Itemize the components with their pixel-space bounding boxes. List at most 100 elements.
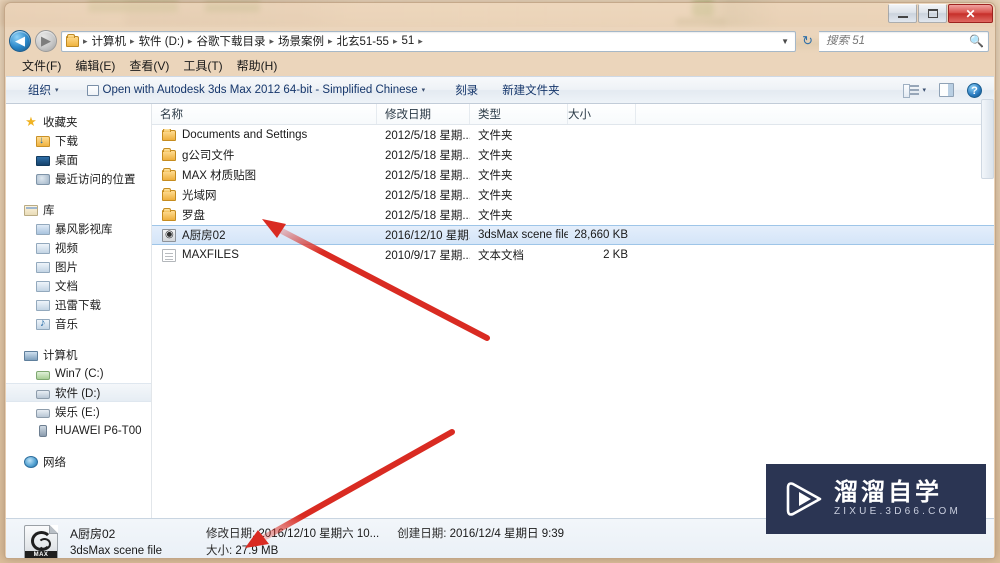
table-row[interactable]: Documents and Settings 2012/5/18 星期... 文… <box>152 125 994 145</box>
sidebar-label: 最近访问的位置 <box>55 173 136 186</box>
table-row[interactable]: MAX 材质贴图 2012/5/18 星期... 文件夹 <box>152 165 994 185</box>
table-row-selected[interactable]: A厨房02 2016/12/10 星期... 3dsMax scene file… <box>152 225 994 245</box>
details-file-type: 3dsMax scene file <box>70 544 163 557</box>
sidebar-item-downloads[interactable]: 下载 <box>6 131 151 150</box>
chevron-down-icon[interactable]: ▼ <box>777 37 793 46</box>
play-logo-icon <box>784 480 822 518</box>
favorites-group: ★ 收藏夹 下载 桌面 最近访问的位置 <box>6 112 151 188</box>
back-button[interactable]: ◀ <box>9 30 31 52</box>
sidebar-item-drive-c[interactable]: Win7 (C:) <box>6 364 151 383</box>
sidebar-item-recent-places[interactable]: 最近访问的位置 <box>6 169 151 188</box>
sidebar-label: 下载 <box>55 135 78 148</box>
sidebar-label: HUAWEI P6-T00 <box>55 424 142 437</box>
address-bar[interactable]: ▸ 计算机 ▸ 软件 (D:) ▸ 谷歌下载目录 ▸ 场景案例 ▸ 北玄51-5… <box>61 30 797 52</box>
file-name-cell: g公司文件 <box>152 147 377 163</box>
change-view-icon[interactable] <box>903 83 920 98</box>
minimize-button[interactable] <box>888 4 917 23</box>
address-bar-row: ◀ ▶ ▸ 计算机 ▸ 软件 (D:) ▸ 谷歌下载目录 ▸ 场景案例 ▸ 北玄… <box>5 27 995 55</box>
sidebar-item-music[interactable]: 音乐 <box>6 314 151 333</box>
application-icon <box>86 84 99 96</box>
breadcrumb-separator: ▸ <box>269 35 274 46</box>
navigation-pane: ★ 收藏夹 下载 桌面 最近访问的位置 <box>6 104 152 518</box>
sidebar-item-desktop[interactable]: 桌面 <box>6 150 151 169</box>
file-name-cell: MAXFILES <box>152 248 377 262</box>
max-file-icon-large: MAX <box>24 524 58 558</box>
file-name: 罗盘 <box>182 210 205 222</box>
star-icon: ★ <box>25 114 37 129</box>
breadcrumb-item-3[interactable]: 场景案例 <box>276 33 326 49</box>
breadcrumb-separator: ▸ <box>327 35 333 46</box>
table-row[interactable]: g公司文件 2012/5/18 星期... 文件夹 <box>152 145 994 165</box>
table-row[interactable]: 罗盘 2012/5/18 星期... 文件夹 <box>152 205 994 225</box>
sidebar-label: 计算机 <box>43 349 78 362</box>
sidebar-label: 音乐 <box>55 318 78 331</box>
sidebar-item-documents[interactable]: 文档 <box>6 276 151 295</box>
column-header-filler <box>636 104 994 124</box>
burn-button[interactable]: 刻录 <box>447 80 486 100</box>
phone-icon <box>39 424 47 437</box>
preview-pane-icon[interactable] <box>939 83 954 97</box>
refresh-icon[interactable]: ↻ <box>800 33 815 49</box>
menu-item-tools[interactable]: 工具(T) <box>176 56 229 75</box>
close-button[interactable]: ✕ <box>948 4 993 23</box>
sidebar-item-videos[interactable]: 视频 <box>6 238 151 257</box>
breadcrumb-item-2[interactable]: 谷歌下载目录 <box>194 33 267 49</box>
file-name-cell: 光域网 <box>152 187 377 203</box>
file-date-cell: 2012/5/18 星期... <box>385 150 470 162</box>
open-with-button[interactable]: Open with Autodesk 3ds Max 2012 64-bit -… <box>79 82 434 98</box>
sidebar-item-drive-d[interactable]: 软件 (D:) <box>6 383 151 402</box>
search-input[interactable] <box>826 35 970 47</box>
column-header-size[interactable]: 大小 <box>568 104 636 124</box>
scrollbar-thumb[interactable] <box>981 99 994 179</box>
menu-item-edit[interactable]: 编辑(E) <box>68 56 122 75</box>
folder-icon <box>162 208 176 221</box>
breadcrumb-item-1[interactable]: 软件 (D:) <box>137 33 186 49</box>
desktop-icon <box>36 155 50 166</box>
details-size: 大小: 27.9 MB <box>206 543 278 559</box>
file-type-cell: 文件夹 <box>478 170 513 182</box>
download-folder-icon <box>36 135 50 147</box>
sidebar-item-xunlei[interactable]: 迅雷下载 <box>6 295 151 314</box>
search-box[interactable]: 🔍 <box>819 30 989 52</box>
sidebar-item-drive-e[interactable]: 娱乐 (E:) <box>6 402 151 421</box>
menu-item-help[interactable]: 帮助(H) <box>230 56 285 75</box>
sidebar-item-pictures[interactable]: 图片 <box>6 257 151 276</box>
breadcrumb-item-5[interactable]: 51 <box>399 35 416 47</box>
new-folder-button[interactable]: 新建文件夹 <box>494 80 568 100</box>
details-created-value: 2016/12/4 星期日 9:39 <box>449 527 565 540</box>
breadcrumb-item-4[interactable]: 北玄51-55 <box>335 33 391 49</box>
file-date-cell: 2012/5/18 星期... <box>385 130 470 142</box>
libraries-group: 库 暴风影视库 视频 图片 文档 迅雷下载 ♪ 音乐 <box>6 200 151 333</box>
breadcrumb-item-0[interactable]: 计算机 <box>90 33 129 49</box>
file-type-cell: 文本文档 <box>478 250 524 262</box>
table-row[interactable]: 光域网 2012/5/18 星期... 文件夹 <box>152 185 994 205</box>
sidebar-item-favorites[interactable]: ★ 收藏夹 <box>6 112 151 131</box>
sidebar-label: 图片 <box>55 261 78 274</box>
column-header-name[interactable]: 名称 <box>152 104 377 124</box>
file-name: g公司文件 <box>182 150 235 162</box>
toolbar-right-group: ▾ ? <box>903 82 988 98</box>
file-name-cell: 罗盘 <box>152 207 377 223</box>
organize-button[interactable]: 组织 ▾ <box>20 80 67 100</box>
sidebar-item-network[interactable]: 网络 <box>6 452 151 471</box>
menu-item-view[interactable]: 查看(V) <box>122 56 176 75</box>
forward-button[interactable]: ▶ <box>35 30 57 52</box>
sidebar-item-baofeng[interactable]: 暴风影视库 <box>6 219 151 238</box>
table-row[interactable]: MAXFILES 2010/9/17 星期... 文本文档 2 KB <box>152 245 994 265</box>
menu-item-file[interactable]: 文件(F) <box>15 56 68 75</box>
sidebar-item-libraries[interactable]: 库 <box>6 200 151 219</box>
video-icon <box>36 242 50 254</box>
sidebar-item-computer[interactable]: 计算机 <box>6 345 151 364</box>
maximize-button[interactable] <box>918 4 947 23</box>
sidebar-item-phone[interactable]: HUAWEI P6-T00 <box>6 421 151 440</box>
chevron-down-icon[interactable]: ▾ <box>922 86 926 94</box>
column-header-type[interactable]: 类型 <box>470 104 568 124</box>
details-size-label: 大小: <box>206 544 233 557</box>
video-library-icon <box>36 223 50 235</box>
file-date-cell: 2016/12/10 星期... <box>385 230 470 242</box>
pictures-icon <box>36 261 50 273</box>
file-type-cell: 文件夹 <box>478 210 513 222</box>
column-header-date[interactable]: 修改日期 <box>377 104 470 124</box>
sidebar-label: 收藏夹 <box>43 116 78 129</box>
help-icon[interactable]: ? <box>967 82 982 98</box>
